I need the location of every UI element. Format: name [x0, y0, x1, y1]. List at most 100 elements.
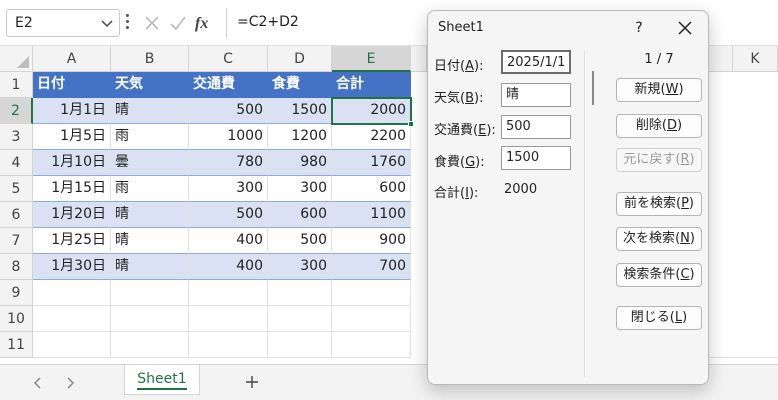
- table-cell[interactable]: 1月15日: [33, 176, 111, 202]
- help-button[interactable]: ?: [628, 17, 650, 39]
- table-cell[interactable]: 雨: [111, 176, 189, 202]
- row-header-11[interactable]: 11: [0, 332, 33, 358]
- empty-cell[interactable]: [268, 332, 332, 358]
- table-cell[interactable]: 980: [268, 150, 332, 176]
- table-cell[interactable]: 300: [268, 254, 332, 280]
- transport-field[interactable]: 500: [501, 115, 571, 139]
- table-cell[interactable]: 500: [189, 98, 268, 124]
- table-cell[interactable]: 700: [332, 254, 411, 280]
- close-button[interactable]: 閉じる(L): [616, 306, 702, 330]
- find-next-button[interactable]: 次を検索(N): [616, 227, 702, 251]
- row-header-8[interactable]: 8: [0, 254, 33, 280]
- empty-cell[interactable]: [33, 306, 111, 332]
- table-cell[interactable]: 1760: [332, 150, 411, 176]
- table-cell[interactable]: 2000: [332, 98, 411, 124]
- row-header-3[interactable]: 3: [0, 124, 33, 150]
- row-header-6[interactable]: 6: [0, 202, 33, 228]
- column-header-f[interactable]: [411, 46, 427, 72]
- table-cell[interactable]: 1月10日: [33, 150, 111, 176]
- table-cell[interactable]: 晴: [111, 202, 189, 228]
- table-cell[interactable]: 1月1日: [33, 98, 111, 124]
- formula-input[interactable]: =C2+D2: [226, 8, 422, 38]
- chevron-left-icon[interactable]: [28, 373, 48, 393]
- table-cell[interactable]: 500: [189, 202, 268, 228]
- column-header-c[interactable]: C: [189, 46, 268, 72]
- name-box[interactable]: E2: [6, 9, 120, 37]
- column-header-k[interactable]: K: [733, 46, 778, 72]
- table-cell[interactable]: 600: [332, 176, 411, 202]
- delete-button[interactable]: 削除(D): [616, 114, 702, 138]
- row-header-5[interactable]: 5: [0, 176, 33, 202]
- table-cell[interactable]: 晴: [111, 254, 189, 280]
- date-field[interactable]: 2025/1/1: [501, 50, 571, 74]
- row-header-1[interactable]: 1: [0, 72, 33, 98]
- table-cell[interactable]: 1100: [332, 202, 411, 228]
- table-cell[interactable]: 1000: [189, 124, 268, 150]
- empty-cell[interactable]: [189, 306, 268, 332]
- chevron-down-icon[interactable]: [99, 14, 115, 32]
- empty-cell[interactable]: [332, 306, 411, 332]
- empty-cell[interactable]: [111, 332, 189, 358]
- insert-function-icon[interactable]: fx: [192, 11, 216, 35]
- fill-handle[interactable]: [408, 121, 414, 127]
- empty-cell[interactable]: [111, 306, 189, 332]
- table-header-cell[interactable]: 合計: [332, 72, 411, 98]
- cancel-icon[interactable]: [140, 11, 164, 35]
- table-header-cell[interactable]: 日付: [33, 72, 111, 98]
- close-icon[interactable]: [674, 17, 696, 39]
- sheet-tab-sheet1[interactable]: Sheet1: [124, 365, 200, 395]
- food-field[interactable]: 1500: [501, 146, 571, 170]
- empty-cell[interactable]: [268, 306, 332, 332]
- column-header-b[interactable]: B: [111, 46, 189, 72]
- table-cell[interactable]: 400: [189, 228, 268, 254]
- table-cell[interactable]: 2200: [332, 124, 411, 150]
- table-header-cell[interactable]: 食費: [268, 72, 332, 98]
- table-cell[interactable]: 晴: [111, 228, 189, 254]
- weather-field[interactable]: 晴: [501, 83, 571, 107]
- table-cell[interactable]: 600: [268, 202, 332, 228]
- row-header-9[interactable]: 9: [0, 280, 33, 306]
- criteria-button[interactable]: 検索条件(C): [616, 263, 702, 287]
- empty-cell[interactable]: [332, 280, 411, 306]
- empty-cell[interactable]: [33, 280, 111, 306]
- table-cell[interactable]: 1月20日: [33, 202, 111, 228]
- column-header-e[interactable]: E: [332, 46, 411, 72]
- column-header-d[interactable]: D: [268, 46, 332, 72]
- table-cell[interactable]: 晴: [111, 98, 189, 124]
- empty-cell[interactable]: [189, 280, 268, 306]
- empty-cell[interactable]: [33, 332, 111, 358]
- table-cell[interactable]: 900: [332, 228, 411, 254]
- column-header-a[interactable]: A: [33, 46, 111, 72]
- more-options-icon[interactable]: [126, 14, 130, 32]
- find-prev-button[interactable]: 前を検索(P): [616, 192, 702, 216]
- record-scrollbar[interactable]: [592, 71, 594, 105]
- table-header-cell[interactable]: 天気: [111, 72, 189, 98]
- chevron-right-icon[interactable]: [60, 373, 80, 393]
- row-header-10[interactable]: 10: [0, 306, 33, 332]
- select-all-corner[interactable]: [0, 46, 33, 72]
- column-header-j[interactable]: [709, 46, 733, 72]
- enter-check-icon[interactable]: [166, 11, 190, 35]
- table-cell[interactable]: 1月25日: [33, 228, 111, 254]
- row-header-7[interactable]: 7: [0, 228, 33, 254]
- add-sheet-icon[interactable]: [242, 372, 262, 392]
- row-header-2[interactable]: 2: [0, 98, 33, 124]
- empty-cell[interactable]: [111, 280, 189, 306]
- row-header-4[interactable]: 4: [0, 150, 33, 176]
- table-header-cell[interactable]: 交通費: [189, 72, 268, 98]
- restore-button[interactable]: 元に戻す(R): [616, 148, 702, 172]
- empty-cell[interactable]: [332, 332, 411, 358]
- table-cell[interactable]: 曇: [111, 150, 189, 176]
- table-cell[interactable]: 500: [268, 228, 332, 254]
- table-cell[interactable]: 400: [189, 254, 268, 280]
- table-cell[interactable]: 1月30日: [33, 254, 111, 280]
- empty-cell[interactable]: [189, 332, 268, 358]
- table-cell[interactable]: 1月5日: [33, 124, 111, 150]
- table-cell[interactable]: 1200: [268, 124, 332, 150]
- empty-cell[interactable]: [268, 280, 332, 306]
- table-cell[interactable]: 780: [189, 150, 268, 176]
- table-cell[interactable]: 1500: [268, 98, 332, 124]
- table-cell[interactable]: 300: [189, 176, 268, 202]
- right-cells-area[interactable]: [709, 72, 778, 358]
- table-cell[interactable]: 300: [268, 176, 332, 202]
